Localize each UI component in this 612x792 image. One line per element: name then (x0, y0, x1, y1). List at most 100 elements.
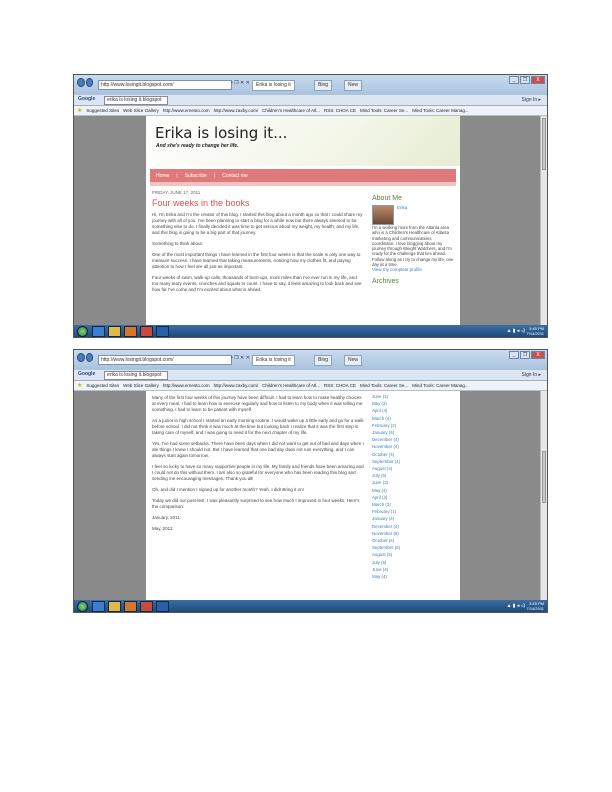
menu-contact[interactable]: Contact me (222, 173, 248, 179)
title-bar: http://www.losingit.blogspot.com/ • ❐ ✕ … (74, 350, 547, 370)
folder-icon[interactable] (108, 325, 121, 337)
start-orb-icon[interactable] (77, 325, 88, 337)
tab-bing[interactable]: Bing (314, 355, 333, 366)
favorites-star-icon[interactable]: ★ (77, 382, 82, 389)
minimize-button[interactable]: _ (509, 351, 519, 359)
favorite-link[interactable]: http://www.zaxby.com/ (214, 108, 258, 113)
favorite-link[interactable]: RSS: CHOA CE (324, 383, 356, 388)
maximize-button[interactable]: ❐ (520, 351, 530, 359)
archive-item[interactable]: April (4) (372, 494, 454, 501)
tray-icons[interactable]: ▲ ▮ ◂ ◃) (506, 603, 525, 609)
sign-in-link[interactable]: Sign In ▸ (522, 372, 541, 378)
forward-icon[interactable] (85, 78, 93, 87)
page-viewport: Erika is losing it... And she's ready to… (74, 116, 547, 325)
favorites-star-icon[interactable]: ★ (77, 107, 82, 114)
archive-item[interactable]: May (3) (372, 400, 454, 407)
start-orb-icon[interactable] (77, 600, 88, 612)
archive-item[interactable]: August (4) (372, 465, 454, 472)
favorite-link[interactable]: Children's Healthcare of Atl... (262, 108, 320, 113)
back-icon[interactable] (77, 353, 85, 362)
archive-item[interactable]: May (4) (372, 487, 454, 494)
archive-item[interactable]: February (1) (372, 508, 454, 515)
archive-item[interactable]: June (3) (372, 479, 454, 486)
favorite-link[interactable]: http://www.ernesto.com (163, 383, 210, 388)
about-name[interactable]: Erika (397, 205, 407, 225)
tab-new[interactable]: New (344, 355, 363, 366)
vertical-scrollbar[interactable] (540, 391, 547, 600)
scrollbar-thumb[interactable] (542, 451, 546, 503)
sign-in-link[interactable]: Sign In ▸ (522, 97, 541, 103)
favorite-link[interactable]: Mind Tools: Career Manag... (412, 383, 468, 388)
back-icon[interactable] (77, 78, 85, 87)
favorite-link[interactable]: Suggested Sites (86, 383, 119, 388)
close-button[interactable]: X (531, 351, 545, 359)
office-icon[interactable] (140, 600, 153, 612)
archive-item[interactable]: September (5) (372, 544, 454, 551)
folder-icon[interactable] (108, 600, 121, 612)
minimize-button[interactable]: _ (509, 76, 519, 84)
address-bar[interactable]: http://www.losingit.blogspot.com/ (98, 80, 232, 90)
media-player-icon[interactable] (124, 600, 137, 612)
archive-item[interactable]: January (4) (372, 515, 454, 522)
favorite-link[interactable]: RSS: CHOA CE (324, 108, 356, 113)
favorite-link[interactable]: Mind Tools: Career Se... (360, 108, 408, 113)
archive-item[interactable]: February (2) (372, 422, 454, 429)
sidebar: About Me Erika I'm a working mom from th… (372, 195, 454, 288)
tab-blog[interactable]: Erika is losing it (252, 80, 295, 91)
favorite-link[interactable]: Mind Tools: Career Manag... (412, 108, 468, 113)
word-icon[interactable] (156, 600, 169, 612)
post-title[interactable]: Four weeks in the books (152, 198, 250, 208)
google-search-input[interactable]: erika is losing it.blogspot (104, 96, 168, 105)
close-button[interactable]: X (531, 76, 545, 84)
address-controls[interactable]: • ❐ ✕ ✕ (231, 355, 250, 361)
archive-item[interactable]: August (5) (372, 551, 454, 558)
address-controls[interactable]: • ❐ ✕ ✕ (231, 80, 250, 86)
menu-home[interactable]: Home (156, 173, 169, 179)
tab-blog[interactable]: Erika is losing it (252, 355, 295, 366)
menu-subscribe[interactable]: Subscribe (185, 173, 207, 179)
clock[interactable]: 3:45 PM 7/14/2011 (527, 326, 545, 336)
scrollbar-thumb[interactable] (542, 118, 546, 170)
archive-item[interactable]: October (4) (372, 537, 454, 544)
maximize-button[interactable]: ❐ (520, 76, 530, 84)
forward-icon[interactable] (85, 353, 93, 362)
blog-title[interactable]: Erika is losing it... (155, 124, 287, 142)
favorite-link[interactable]: Web Slice Gallery (123, 383, 159, 388)
archive-item[interactable]: July (6) (372, 559, 454, 566)
avatar[interactable] (372, 205, 394, 225)
tray-icons[interactable]: ▲ ▮ ◂ ◃) (506, 328, 525, 334)
clock[interactable]: 3:45 PM 7/14/2011 (527, 601, 545, 611)
archive-item[interactable]: April (4) (372, 407, 454, 414)
favorite-link[interactable]: http://www.zaxby.com/ (214, 383, 258, 388)
archive-item[interactable]: May (4) (372, 573, 454, 580)
archive-item[interactable]: June (1) (372, 393, 454, 400)
media-player-icon[interactable] (124, 325, 137, 337)
archive-item[interactable]: June (4) (372, 566, 454, 573)
favorite-link[interactable]: Suggested Sites (86, 108, 119, 113)
view-profile-link[interactable]: View my complete profile (372, 267, 454, 273)
archive-item[interactable]: March (3) (372, 501, 454, 508)
tab-new[interactable]: New (344, 80, 363, 91)
favorite-link[interactable]: Web Slice Gallery (123, 108, 159, 113)
archive-item[interactable]: March (4) (372, 415, 454, 422)
ie-icon[interactable] (92, 325, 105, 337)
archive-item[interactable]: July (5) (372, 472, 454, 479)
office-icon[interactable] (140, 325, 153, 337)
word-icon[interactable] (156, 325, 169, 337)
archive-item[interactable]: November (5) (372, 530, 454, 537)
google-search-input[interactable]: erika is losing it.blogspot (104, 371, 168, 380)
post-paragraph: Oh, and did I mention I signed up for an… (152, 487, 304, 492)
address-bar[interactable]: http://www.losingit.blogspot.com/ (98, 355, 232, 365)
vertical-scrollbar[interactable] (540, 116, 547, 325)
archive-item[interactable]: September (4) (372, 458, 454, 465)
archive-item[interactable]: November (4) (372, 443, 454, 450)
archive-item[interactable]: December (4) (372, 523, 454, 530)
archive-item[interactable]: October (4) (372, 451, 454, 458)
archive-item[interactable]: December (4) (372, 436, 454, 443)
favorite-link[interactable]: Mind Tools: Career Se... (360, 383, 408, 388)
favorite-link[interactable]: Children's Healthcare of Atl... (262, 383, 320, 388)
favorite-link[interactable]: http://www.ernesto.com (163, 108, 210, 113)
ie-icon[interactable] (92, 600, 105, 612)
tab-bing[interactable]: Bing (314, 80, 333, 91)
archive-item[interactable]: January (6) (372, 429, 454, 436)
